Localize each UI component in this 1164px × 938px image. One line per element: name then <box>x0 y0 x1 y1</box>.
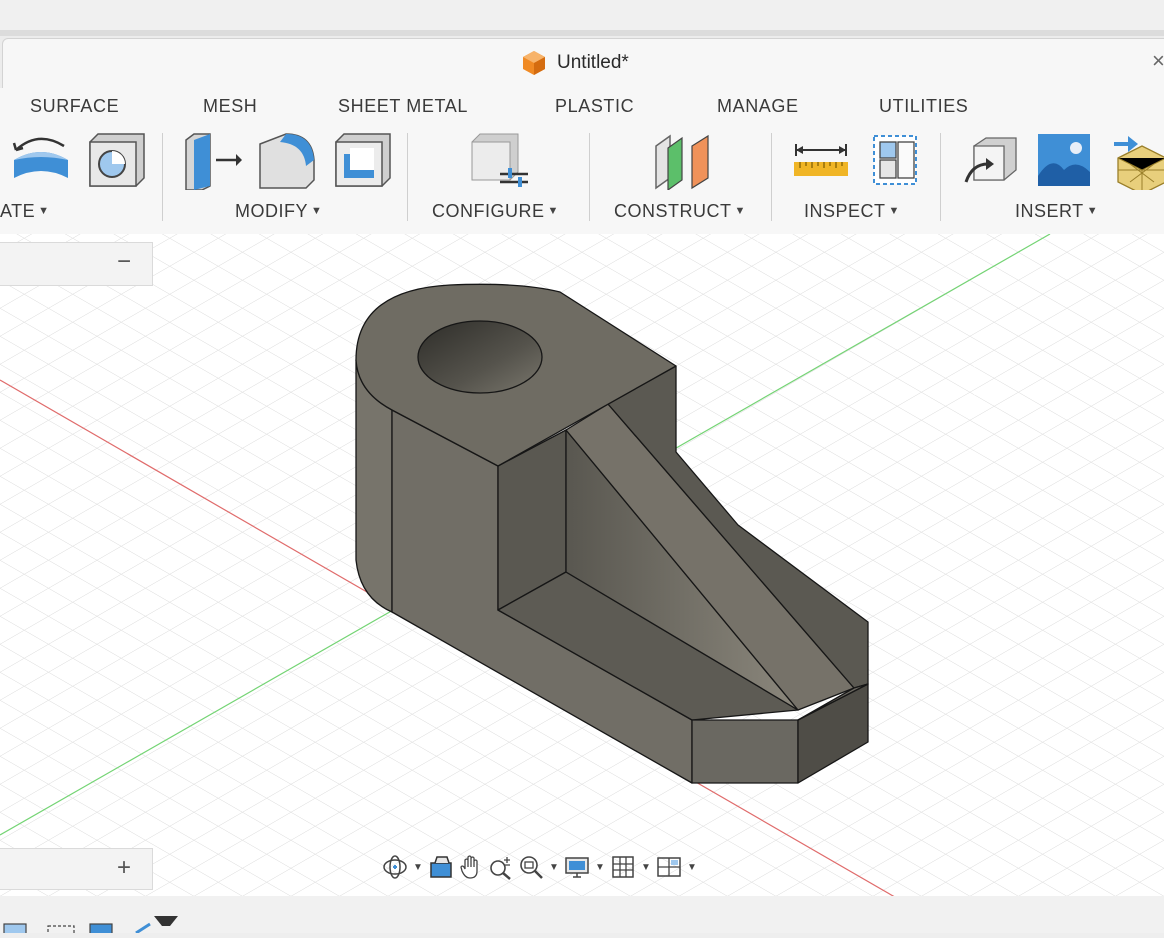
grid-icon[interactable] <box>608 851 638 883</box>
group-inspect-label: INSPECT <box>804 201 886 221</box>
tab-utilities[interactable]: UTILITIES <box>879 96 968 117</box>
group-separator <box>162 133 163 221</box>
offset-plane-icon[interactable] <box>650 130 712 190</box>
group-create[interactable]: ATE ▼ <box>0 201 50 222</box>
timeline-bar <box>0 896 1164 938</box>
group-create-label: ATE <box>0 201 36 221</box>
group-construct[interactable]: CONSTRUCT ▼ <box>614 201 746 222</box>
navigation-toolbar: ▼ ▼ ▼ ▼ ▼ <box>380 846 798 888</box>
document-title-text: Untitled* <box>557 52 629 73</box>
configure-icon[interactable] <box>466 130 528 190</box>
close-tab-icon[interactable]: × <box>1152 48 1164 74</box>
browser-panel[interactable]: − <box>0 242 153 286</box>
insert-derive-icon[interactable] <box>960 130 1022 190</box>
orbit-dropdown-icon[interactable]: ▼ <box>410 862 426 873</box>
zoom-icon[interactable] <box>486 851 516 883</box>
display-dropdown-icon[interactable]: ▼ <box>592 862 608 873</box>
group-construct-label: CONSTRUCT <box>614 201 732 221</box>
surface-solid-icon[interactable] <box>84 130 146 190</box>
group-configure[interactable]: CONFIGURE ▼ <box>432 201 559 222</box>
fillet-icon[interactable] <box>256 130 318 190</box>
group-insert-label: INSERT <box>1015 201 1084 221</box>
group-separator <box>940 133 941 221</box>
bore-hole <box>417 320 543 394</box>
tab-surface[interactable]: SURFACE <box>30 96 119 117</box>
collapse-panel-icon[interactable]: − <box>117 248 131 276</box>
pan-icon[interactable] <box>456 851 486 883</box>
tab-manage[interactable]: MANAGE <box>717 96 799 117</box>
look-at-icon[interactable] <box>426 851 456 883</box>
workspace-canvas[interactable] <box>0 234 1164 896</box>
group-modify-label: MODIFY <box>235 201 308 221</box>
canvas-viewport[interactable] <box>0 234 1164 896</box>
dropdown-caret-icon: ▼ <box>1086 205 1099 217</box>
dropdown-caret-icon: ▼ <box>38 205 50 217</box>
measure-icon[interactable] <box>790 130 852 190</box>
dropdown-caret-icon: ▼ <box>547 205 559 217</box>
window-top-strip <box>0 0 1164 30</box>
interference-icon[interactable] <box>864 130 926 190</box>
fusion-document-icon <box>523 51 545 75</box>
dropdown-caret-icon: ▼ <box>888 205 900 217</box>
surface-patch-icon[interactable] <box>8 130 70 190</box>
tab-mesh[interactable]: MESH <box>203 96 257 117</box>
group-separator <box>407 133 408 221</box>
dropdown-caret-icon: ▼ <box>311 205 323 217</box>
comments-panel[interactable]: + <box>0 848 153 890</box>
group-modify[interactable]: MODIFY ▼ <box>235 201 322 222</box>
document-title[interactable]: Untitled* <box>520 48 629 78</box>
group-separator <box>589 133 590 221</box>
tab-sheet-metal[interactable]: SHEET METAL <box>338 96 468 117</box>
zoom-dropdown-icon[interactable]: ▼ <box>546 862 562 873</box>
group-separator <box>771 133 772 221</box>
expand-panel-icon[interactable]: + <box>117 854 131 882</box>
display-settings-icon[interactable] <box>562 851 592 883</box>
viewports-dropdown-icon[interactable]: ▼ <box>684 862 700 873</box>
insert-canvas-icon[interactable] <box>1034 130 1096 190</box>
tab-plastic[interactable]: PLASTIC <box>555 96 634 117</box>
grid-dropdown-icon[interactable]: ▼ <box>638 862 654 873</box>
insert-mesh-icon[interactable] <box>1108 130 1164 190</box>
viewports-icon[interactable] <box>654 851 684 883</box>
shell-icon[interactable] <box>330 130 392 190</box>
group-insert[interactable]: INSERT ▼ <box>1015 201 1098 222</box>
fit-icon[interactable] <box>516 851 546 883</box>
group-inspect[interactable]: INSPECT ▼ <box>804 201 900 222</box>
timeline-features[interactable] <box>0 896 190 938</box>
group-configure-label: CONFIGURE <box>432 201 545 221</box>
orbit-icon[interactable] <box>380 851 410 883</box>
dropdown-caret-icon: ▼ <box>734 205 746 217</box>
press-pull-icon[interactable] <box>180 130 242 190</box>
